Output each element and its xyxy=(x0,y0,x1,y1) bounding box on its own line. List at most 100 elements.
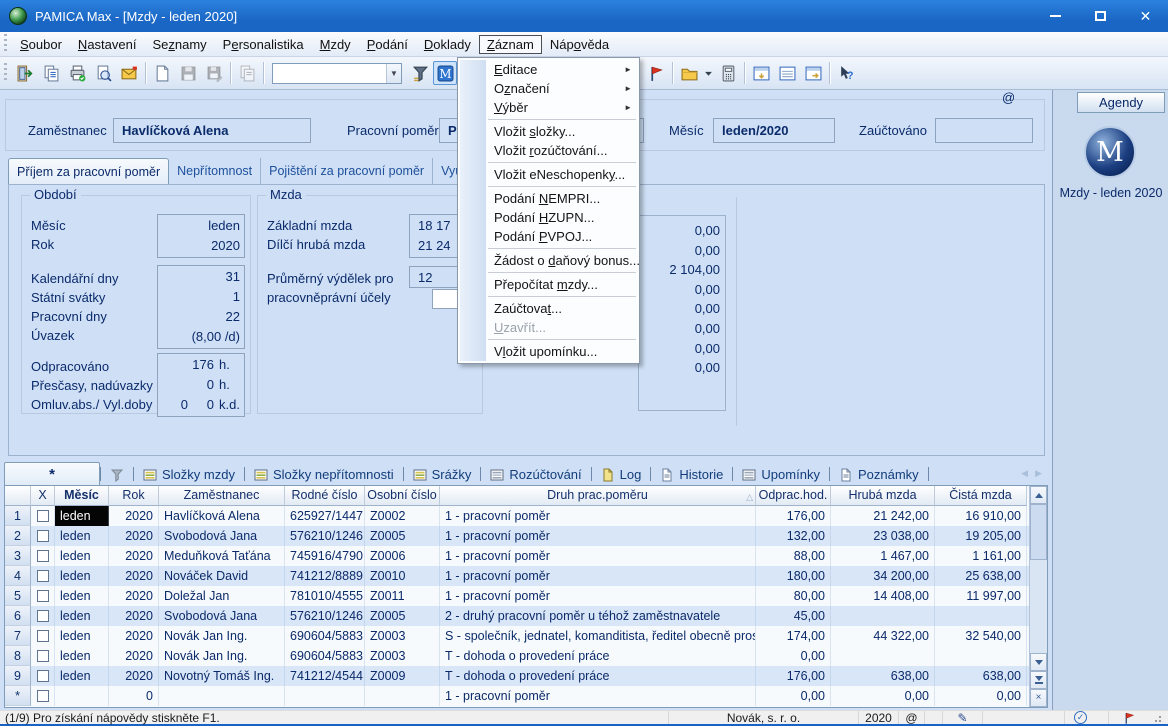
tab-poznamky[interactable]: Poznámky xyxy=(830,464,928,485)
period-worked-box[interactable]: 176h.0h.00k.d. xyxy=(157,353,245,417)
menu-item-vlozit-eneschopenky[interactable]: Vložit eNeschopenky... xyxy=(458,165,639,184)
table-row[interactable]: 4leden2020Nováček David741212/8889Z00101… xyxy=(5,566,1029,586)
menu-item-oznaceni[interactable]: Označení► xyxy=(458,79,639,98)
column-header-mesic[interactable]: Měsíc xyxy=(55,486,109,506)
checkbox-unchecked[interactable] xyxy=(37,530,49,542)
menu-item-podani-nempri[interactable]: Podání NEMPRI... xyxy=(458,189,639,208)
folder-dropdown-button[interactable] xyxy=(702,61,715,86)
menubar-item-mzdy[interactable]: Mzdy xyxy=(312,35,359,54)
table-row[interactable]: 7leden2020Novák Jan Ing.690604/5883Z0003… xyxy=(5,626,1029,646)
column-header-odprac-hod[interactable]: Odprac.hod. xyxy=(756,486,831,506)
menubar-item-zaznam[interactable]: Záznam xyxy=(479,35,542,54)
scroll-down-button[interactable] xyxy=(1030,653,1047,671)
panel-layout-side-button[interactable] xyxy=(800,61,826,86)
tab-srazky[interactable]: Srážky xyxy=(404,464,481,485)
row-number[interactable]: 2 xyxy=(5,526,31,546)
menubar-item-soubor[interactable]: Soubor xyxy=(12,35,70,54)
month-field[interactable]: leden/2020 xyxy=(713,118,835,143)
new-record-button[interactable] xyxy=(149,61,175,86)
table-row[interactable]: 1leden2020Havlíčková Alena625927/1447Z00… xyxy=(5,506,1029,526)
statusbar-check-indicator[interactable]: ✓ xyxy=(1064,711,1096,724)
menu-item-vlozit-upominku[interactable]: Vložit upomínku... xyxy=(458,342,639,361)
row-number[interactable]: * xyxy=(5,686,31,706)
agendas-header-button[interactable]: Agendy xyxy=(1077,92,1165,113)
toolbar-grip[interactable] xyxy=(4,63,7,83)
employee-field[interactable]: Havlíčková Alena xyxy=(113,118,311,143)
row-number[interactable]: 9 xyxy=(5,666,31,686)
row-number[interactable]: 4 xyxy=(5,566,31,586)
record-flag-button[interactable] xyxy=(643,61,669,86)
save-record-button[interactable] xyxy=(175,61,201,86)
row-number[interactable]: 6 xyxy=(5,606,31,626)
tab-nepritomnost[interactable]: Nepřítomnost xyxy=(169,158,261,184)
scroll-up-button[interactable] xyxy=(1030,486,1047,504)
menu-item-podani-pvpoj[interactable]: Podání PVPOJ... xyxy=(458,227,639,246)
menu-item-zauctovat[interactable]: Zaúčtovat... xyxy=(458,299,639,318)
column-header-hruba-mzda[interactable]: Hrubá mzda xyxy=(831,486,935,506)
scrollbar-thumb[interactable] xyxy=(1030,504,1047,560)
print-button[interactable] xyxy=(64,61,90,86)
menu-item-podani-hzupn[interactable]: Podání HZUPN... xyxy=(458,208,639,227)
chevron-down-icon[interactable]: ▼ xyxy=(386,64,401,83)
table-row[interactable]: *01 - pracovní poměr0,000,000,00 xyxy=(5,686,1029,706)
column-header-rodne-cislo[interactable]: Rodné číslo xyxy=(285,486,365,506)
scroll-to-end-button[interactable] xyxy=(1030,671,1047,689)
checkbox-unchecked[interactable] xyxy=(37,630,49,642)
table-row[interactable]: 8leden2020Novák Jan Ing.690604/5883Z0003… xyxy=(5,646,1029,666)
grid-scrollbar[interactable]: × xyxy=(1029,486,1047,707)
posted-field[interactable] xyxy=(935,118,1033,143)
menu-item-prepocitat-mzdy[interactable]: Přepočítat mzdy... xyxy=(458,275,639,294)
menu-item-vyber[interactable]: Výběr► xyxy=(458,98,639,117)
panel-layout-full-button[interactable] xyxy=(774,61,800,86)
table-row[interactable]: 2leden2020Svobodová Jana576210/1246Z0005… xyxy=(5,526,1029,546)
checkbox-unchecked[interactable] xyxy=(37,550,49,562)
paste-record-button[interactable] xyxy=(38,61,64,86)
table-row[interactable]: 3leden2020Meduňková Taťána745916/4790Z00… xyxy=(5,546,1029,566)
save-record-copy-button[interactable] xyxy=(201,61,227,86)
menubar-item-doklady[interactable]: Doklady xyxy=(416,35,479,54)
context-help-button[interactable]: ? xyxy=(833,61,859,86)
menubar-item-napoveda[interactable]: Nápověda xyxy=(542,35,617,54)
column-header-zamestnanec[interactable]: Zaměstnanec xyxy=(159,486,285,506)
tab-current-record[interactable]: * xyxy=(4,462,100,485)
period-days-box[interactable]: 31122(8,00 /d) xyxy=(157,265,245,349)
row-number[interactable]: 7 xyxy=(5,626,31,646)
tab-slozky-nepritomnosti[interactable]: Složky nepřítomnosti xyxy=(245,464,403,485)
menu-item-vlozit-slozky[interactable]: Vložit složky... xyxy=(458,122,639,141)
tab-slozky-mzdy[interactable]: Složky mzdy xyxy=(134,464,244,485)
print-preview-button[interactable] xyxy=(90,61,116,86)
panel-layout-bottom-button[interactable] xyxy=(748,61,774,86)
quick-search-combobox[interactable]: ▼ xyxy=(272,63,402,84)
grid-extra-button[interactable]: × xyxy=(1030,689,1047,707)
checkbox-unchecked[interactable] xyxy=(37,570,49,582)
table-row[interactable]: 6leden2020Svobodová Jana576210/1246Z0005… xyxy=(5,606,1029,626)
column-header-rok[interactable]: Rok xyxy=(109,486,159,506)
column-header-cista-mzda[interactable]: Čistá mzda xyxy=(935,486,1027,506)
payroll-agenda-icon[interactable]: M xyxy=(1084,126,1136,178)
minimize-button[interactable] xyxy=(1033,0,1078,32)
menubar-item-seznamy[interactable]: Seznamy xyxy=(144,35,214,54)
menubar-item-podani[interactable]: Podání xyxy=(359,35,416,54)
column-header-osobni-cislo[interactable]: Osobní číslo xyxy=(365,486,440,506)
row-number[interactable]: 3 xyxy=(5,546,31,566)
checkbox-unchecked[interactable] xyxy=(37,670,49,682)
period-month-year-box[interactable]: leden2020 xyxy=(157,214,245,258)
filter-records-button[interactable] xyxy=(407,61,433,86)
arrow-left-icon[interactable]: ◀ xyxy=(1021,468,1028,479)
table-row[interactable]: 9leden2020Novotný Tomáš Ing.741212/4544Z… xyxy=(5,666,1029,686)
resize-grip[interactable] xyxy=(1150,711,1168,724)
row-number[interactable]: 8 xyxy=(5,646,31,666)
menu-item-editace[interactable]: Editace► xyxy=(458,60,639,79)
menubar-grip[interactable] xyxy=(4,34,7,54)
checkbox-unchecked[interactable] xyxy=(37,590,49,602)
column-header-druh-prac-pomeru[interactable]: Druh prac.poměru△ xyxy=(440,486,756,506)
row-number[interactable]: 1 xyxy=(5,506,31,526)
tab-prijem-za-pracovni-pomer[interactable]: Příjem za pracovní poměr xyxy=(8,158,169,184)
column-header-rownum[interactable] xyxy=(5,486,31,506)
arrow-right-icon[interactable]: ▶ xyxy=(1035,468,1042,479)
checkbox-unchecked[interactable] xyxy=(37,650,49,662)
tab-log[interactable]: Log xyxy=(592,464,651,485)
send-mail-button[interactable] xyxy=(116,61,142,86)
tab-scroll-arrows[interactable]: ◀▶ xyxy=(1021,468,1050,479)
checkbox-unchecked[interactable] xyxy=(37,690,49,702)
